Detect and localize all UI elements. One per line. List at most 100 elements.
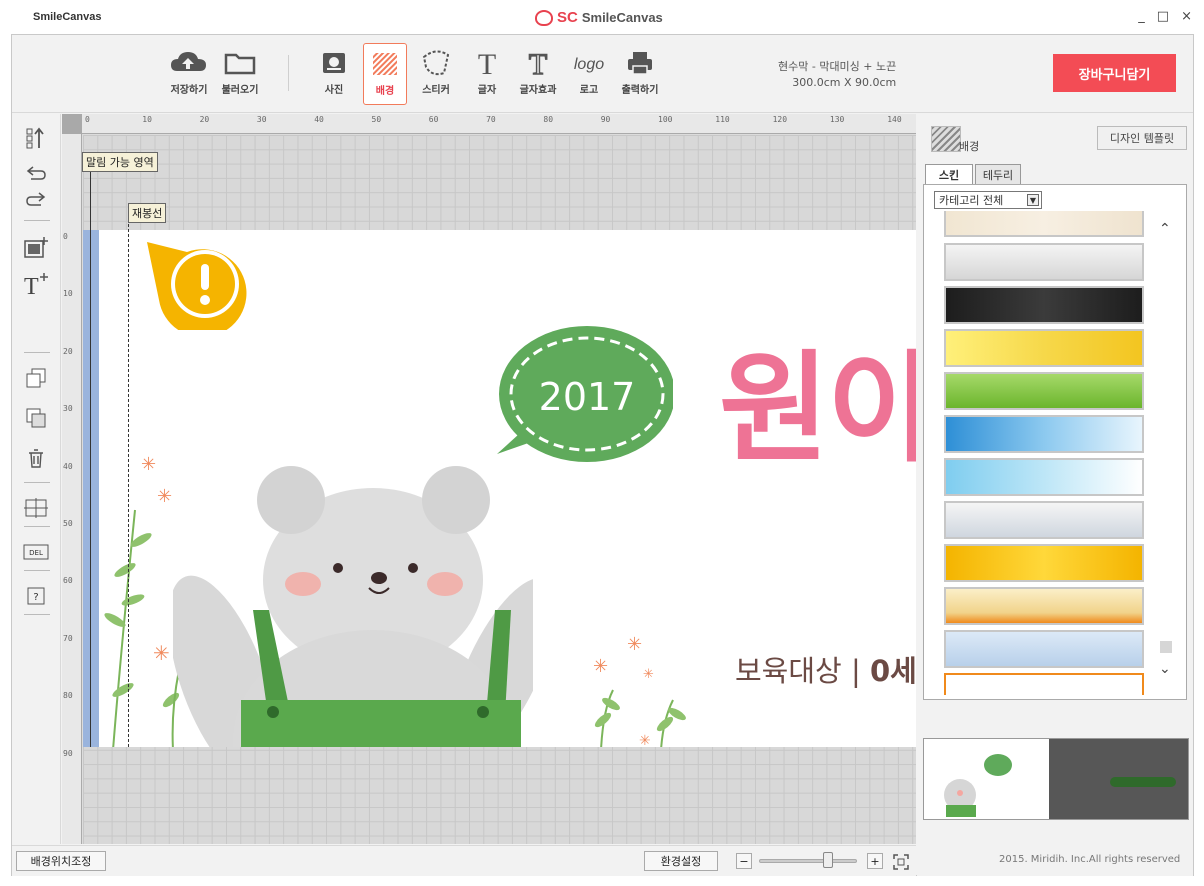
scrollbar-thumb[interactable] (1160, 641, 1172, 653)
product-info: 현수막 - 막대미싱 + 노끈 300.0cm X 90.0cm (778, 59, 896, 91)
background-button[interactable]: 배경 (363, 43, 407, 105)
svg-text:✳: ✳ (593, 656, 608, 677)
grid-icon[interactable] (22, 494, 50, 522)
skin-list-scrollbar[interactable]: ⌃ ⌄ (1156, 211, 1174, 695)
banner-title-text[interactable]: 원아 (719, 350, 916, 470)
banner-preview[interactable] (923, 738, 1189, 820)
banner-artboard[interactable]: ✳ ✳ ✳ ✳ ✳ ✳ ✳ 2017 원아 보육대상 | 0세 (83, 230, 916, 747)
category-select[interactable]: 카테고리 전체 ▼ (934, 191, 1042, 209)
copyright-text: 2015. Miridih. Inc.All rights reserved (999, 854, 1181, 865)
toolbar-divider (288, 55, 289, 91)
skin-thumbnail[interactable] (944, 372, 1144, 410)
banner-subtitle-text[interactable]: 보육대상 | 0세 (735, 648, 916, 690)
svg-text:✳: ✳ (639, 733, 651, 747)
skin-thumbnails (944, 211, 1144, 695)
design-canvas[interactable]: 0 10 20 30 40 50 60 70 80 90 100 110 120 130 140 0 10 20… (62, 114, 916, 844)
maximize-button[interactable]: □ (1157, 9, 1169, 24)
logo-label: 로고 (579, 85, 599, 96)
background-position-button[interactable]: 배경위치조정 (16, 851, 106, 871)
ruler-tick-label: 60 (63, 576, 73, 586)
ruler-top: 0 10 20 30 40 50 60 70 80 90 100 110 120 130 140 (82, 114, 916, 134)
logo-button[interactable]: logo 로고 (567, 43, 611, 105)
ruler-tick-label: 70 (63, 633, 73, 643)
sticker-label: 스티커 (422, 85, 450, 96)
skin-list-box: 카테고리 전체 ▼ ⌃ ⌄ (923, 184, 1187, 700)
ruler-tick-label: 70 (486, 115, 496, 124)
ruler-tick-label: 0 (85, 115, 90, 124)
undo-icon[interactable] (22, 160, 50, 188)
skin-thumbnail[interactable] (944, 458, 1144, 496)
delete-icon[interactable]: DEL (22, 538, 50, 566)
help-icon[interactable]: ? (22, 582, 50, 610)
star-flower-icon: ✳ (157, 486, 172, 507)
ruler-left: 0 10 20 30 40 50 60 70 80 90 (62, 134, 82, 844)
text-effect-button[interactable]: T 글자효과 (516, 43, 560, 105)
tab-border[interactable]: 테두리 (975, 164, 1021, 184)
right-panel: 배경 디자인 템플릿 스킨 테두리 카테고리 전체 ▼ ⌃ ⌄ 2015. Mi… (917, 114, 1193, 876)
close-button[interactable]: × (1181, 9, 1192, 24)
window-controls: _ □ × (1138, 9, 1192, 24)
main-toolbar: 저장하기 불러오기 사진 배경 스티커 T 글자 T 글자효과 logo 로고 … (12, 35, 1193, 113)
text-label: 글자 (477, 85, 497, 96)
add-image-icon[interactable] (22, 234, 50, 262)
skin-thumbnail[interactable] (944, 630, 1144, 668)
logo-mark-text: SC (557, 9, 578, 26)
year-speech-bubble[interactable]: 2017 (489, 322, 673, 462)
skin-thumbnail[interactable] (944, 544, 1144, 582)
tab-skin[interactable]: 스킨 (925, 164, 973, 184)
chevron-down-icon[interactable]: ⌄ (1159, 661, 1171, 677)
chevron-up-icon[interactable]: ⌃ (1159, 221, 1171, 237)
skin-thumbnail[interactable] (944, 329, 1144, 367)
zoom-out-button[interactable]: − (736, 853, 752, 869)
trash-icon[interactable] (22, 444, 50, 472)
print-button[interactable]: 출력하기 (618, 43, 662, 105)
skin-thumbnail[interactable] (944, 211, 1144, 237)
roll-area-label: 말림 가능 영역 (82, 152, 158, 172)
ruler-tick-label: 50 (371, 115, 382, 124)
photo-label: 사진 (324, 85, 344, 96)
left-toolbar: T DEL ? (12, 114, 61, 844)
skin-thumbnail[interactable] (944, 415, 1144, 453)
zoom-slider-thumb[interactable] (822, 852, 833, 868)
redo-icon[interactable] (22, 186, 50, 214)
app-name: SmileCanvas (33, 11, 102, 23)
plant-decoration-right: ✳ ✳ ✳ ✳ (593, 634, 686, 747)
zoom-slider-track[interactable] (759, 859, 857, 863)
layer-order-icon[interactable] (22, 124, 50, 152)
ruler-tick-label: 10 (142, 115, 152, 124)
ruler-tick-label: 50 (63, 519, 73, 528)
logo-name-text: SmileCanvas (581, 10, 663, 25)
design-template-button[interactable]: 디자인 템플릿 (1097, 126, 1187, 150)
minimize-button[interactable]: _ (1138, 9, 1145, 24)
settings-button[interactable]: 환경설정 (644, 851, 718, 871)
ruler-tick-label: 130 (829, 115, 845, 124)
star-flower-icon: ✳ (141, 454, 156, 475)
fit-screen-icon[interactable] (892, 853, 910, 871)
load-button[interactable]: 불러오기 (218, 43, 262, 105)
ruler-tick-label: 140 (887, 115, 902, 124)
ruler-tick-label: 80 (63, 691, 73, 701)
bring-front-icon[interactable] (22, 364, 50, 392)
skin-thumbnail[interactable] (944, 587, 1144, 625)
skin-thumbnail[interactable] (944, 243, 1144, 281)
product-size: 300.0cm X 90.0cm (792, 76, 897, 89)
skin-thumbnail[interactable] (944, 286, 1144, 324)
text-button[interactable]: T 글자 (465, 43, 509, 105)
ruler-tick-label: 110 (715, 115, 730, 124)
sewing-line-label: 재봉선 (128, 203, 167, 223)
add-text-icon[interactable]: T (22, 270, 50, 298)
photo-button[interactable]: 사진 (312, 43, 356, 105)
sticker-button[interactable]: 스티커 (414, 43, 458, 105)
save-button[interactable]: 저장하기 (167, 43, 211, 105)
roll-area-strip (83, 230, 99, 747)
printer-icon (628, 52, 652, 75)
send-back-icon[interactable] (22, 404, 50, 432)
add-to-cart-button[interactable]: 장바구니담기 (1053, 54, 1176, 92)
skin-thumbnail[interactable] (944, 673, 1144, 695)
svg-text:logo: logo (574, 56, 604, 73)
zoom-in-button[interactable]: + (867, 853, 883, 869)
text-effect-label: 글자효과 (519, 85, 557, 96)
warning-sticker[interactable] (147, 240, 257, 330)
svg-text:✳: ✳ (643, 667, 654, 682)
skin-thumbnail[interactable] (944, 501, 1144, 539)
